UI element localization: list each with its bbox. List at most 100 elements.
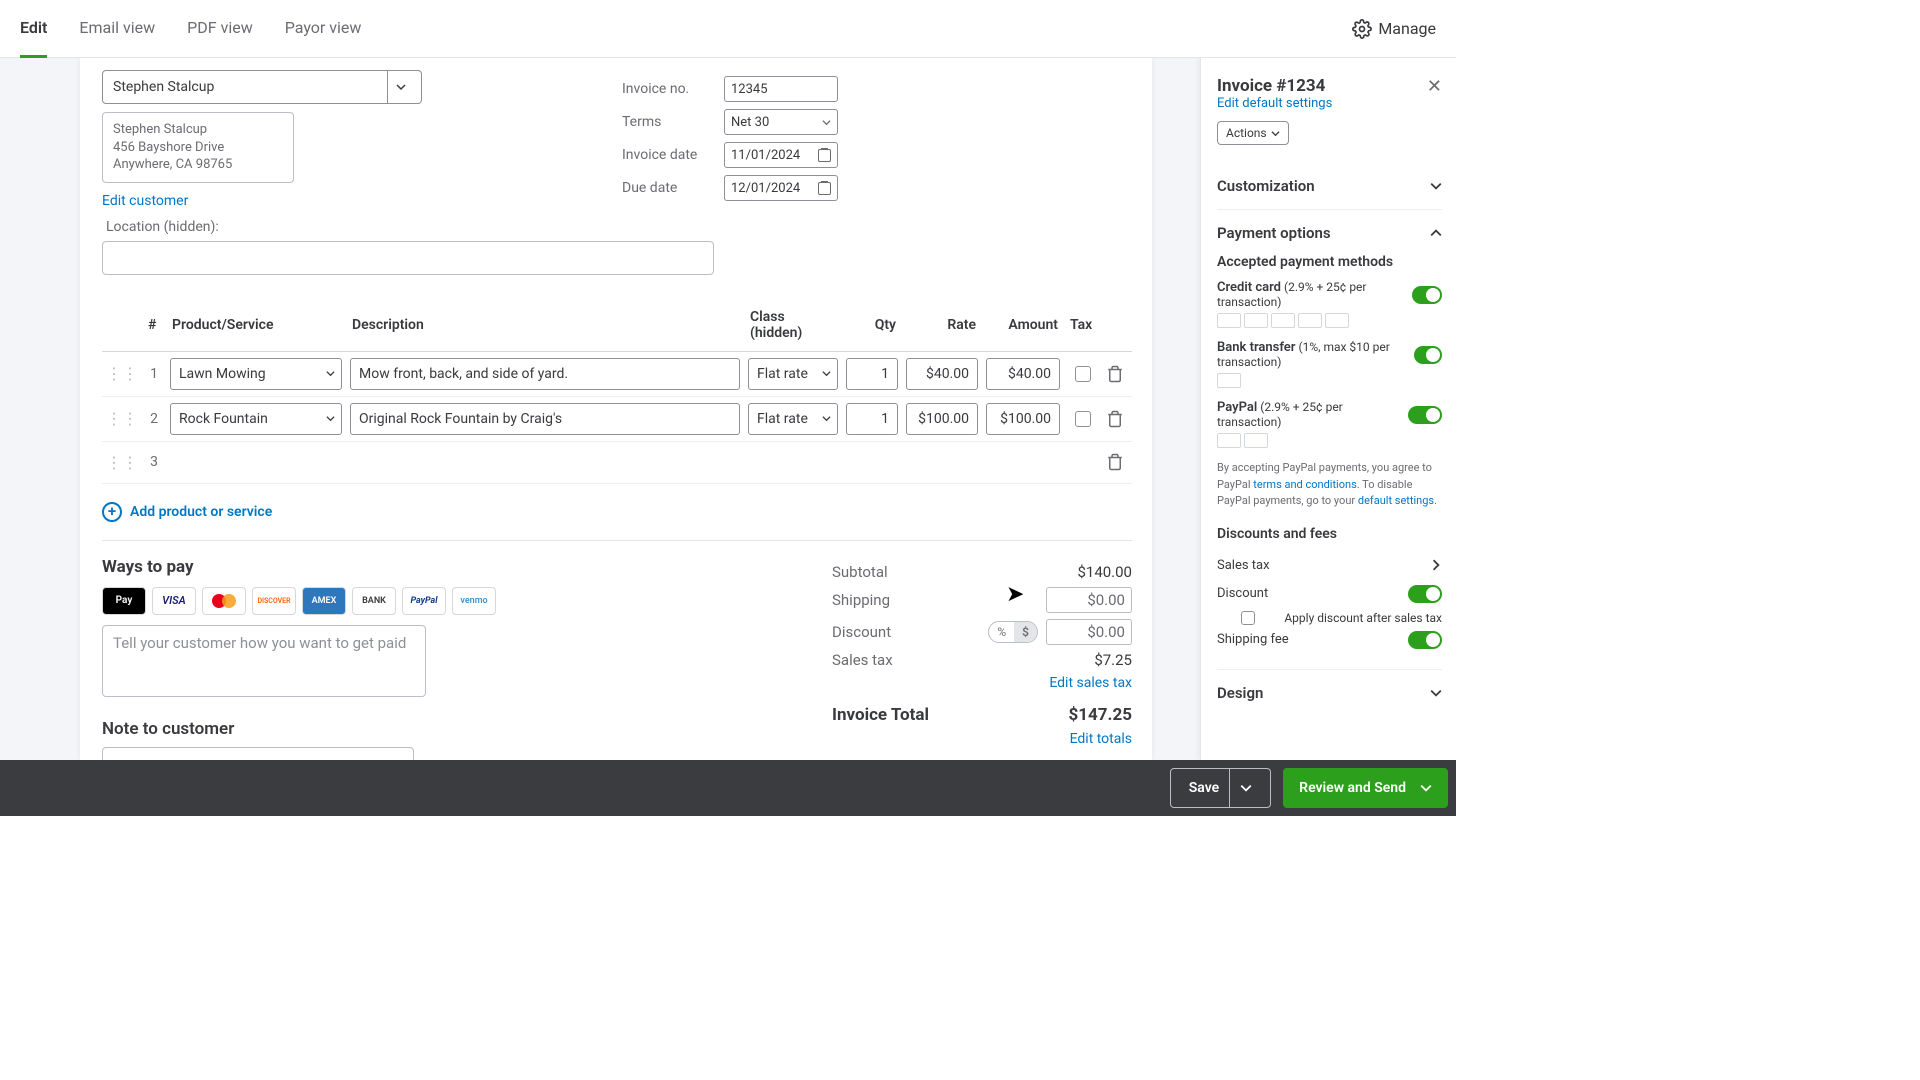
table-row: ⋮⋮ 1 Lawn Mowing Mow front, back, and si… [102, 351, 1132, 396]
delete-row-button[interactable] [1106, 365, 1124, 383]
bank-transfer-label: Bank transfer (1%, max $10 per transacti… [1217, 340, 1414, 369]
tabs-bar: Edit Email view PDF view Payor view Mana… [0, 0, 1456, 58]
edit-sales-tax-link[interactable]: Edit sales tax [832, 675, 1132, 691]
discounts-fees-heading: Discounts and fees [1217, 526, 1442, 542]
terms-link[interactable]: terms and conditions [1253, 478, 1357, 491]
calendar-icon [818, 182, 831, 195]
location-label: Location (hidden): [106, 219, 1132, 235]
chevron-down-icon [326, 369, 335, 378]
customer-select[interactable]: Stephen Stalcup [102, 70, 422, 104]
note-textarea[interactable] [102, 747, 414, 760]
default-settings-link[interactable]: default settings [1358, 494, 1434, 507]
sales-tax-label: Sales tax [832, 651, 893, 669]
amount-input[interactable]: $40.00 [986, 358, 1060, 390]
class-select[interactable]: Flat rate [748, 358, 838, 390]
accepted-methods-heading: Accepted payment methods [1217, 254, 1442, 270]
chevron-down-icon [1420, 782, 1432, 794]
tab-email-view[interactable]: Email view [79, 0, 155, 58]
discount-label: Discount [832, 623, 891, 641]
chevron-down-icon [1271, 129, 1280, 138]
terms-select[interactable]: Net 30 [724, 109, 838, 135]
drag-handle-icon[interactable]: ⋮⋮ [106, 409, 138, 428]
discount-row-label: Discount [1217, 586, 1268, 601]
apply-after-checkbox[interactable] [1241, 611, 1255, 625]
subtotal-label: Subtotal [832, 563, 888, 581]
chevron-down-icon [387, 71, 413, 103]
tab-payor-view[interactable]: Payor view [285, 0, 362, 58]
chevron-down-icon [326, 414, 335, 423]
payment-options-section[interactable]: Payment options [1217, 224, 1442, 242]
chevron-right-icon [1430, 559, 1442, 571]
chevron-down-icon [822, 369, 831, 378]
amount-input[interactable]: $100.00 [986, 403, 1060, 435]
close-icon[interactable]: ✕ [1427, 76, 1442, 97]
sidebar: Invoice #1234 Edit default settings ✕ Ac… [1200, 58, 1456, 760]
qty-input[interactable]: 1 [846, 403, 898, 435]
chevron-down-icon [1430, 687, 1442, 699]
table-row: ⋮⋮ 3 [102, 441, 1132, 483]
shipping-input[interactable]: $0.00 [1046, 587, 1132, 613]
bank-transfer-toggle[interactable] [1414, 346, 1442, 364]
payment-note-textarea[interactable]: Tell your customer how you want to get p… [102, 625, 426, 697]
chevron-up-icon [1430, 227, 1442, 239]
paypal-toggle[interactable] [1408, 406, 1442, 424]
sales-tax-value: $7.25 [1094, 651, 1132, 669]
subtotal-value: $140.00 [1077, 563, 1132, 581]
delete-row-button[interactable] [1106, 453, 1124, 471]
invoice-total-label: Invoice Total [832, 705, 929, 725]
save-button[interactable]: Save [1170, 768, 1271, 808]
chevron-down-icon [822, 414, 831, 423]
discover-icon: DISCOVER [252, 587, 296, 615]
discount-toggle[interactable] [1408, 585, 1442, 603]
edit-default-settings-link[interactable]: Edit default settings [1217, 96, 1332, 111]
drag-handle-icon[interactable]: ⋮⋮ [106, 453, 138, 472]
review-and-send-button[interactable]: Review and Send [1283, 768, 1448, 808]
location-input[interactable] [102, 241, 714, 275]
tab-edit[interactable]: Edit [20, 0, 47, 58]
description-input[interactable]: Original Rock Fountain by Craig's [350, 403, 740, 435]
plus-circle-icon: + [102, 502, 122, 522]
paypal-icon: PayPal [402, 587, 446, 615]
tax-checkbox[interactable] [1075, 411, 1091, 427]
shipping-fee-toggle[interactable] [1408, 631, 1442, 649]
sales-tax-row[interactable]: Sales tax [1217, 552, 1442, 579]
qty-input[interactable]: 1 [846, 358, 898, 390]
delete-row-button[interactable] [1106, 410, 1124, 428]
rate-input[interactable]: $100.00 [906, 403, 978, 435]
mastercard-icon [202, 587, 246, 615]
product-select[interactable]: Lawn Mowing [170, 358, 342, 390]
invoice-date-input[interactable]: 11/01/2024 [724, 142, 838, 168]
invoice-no-input[interactable]: 12345 [724, 76, 838, 102]
paypal-label: PayPal (2.9% + 25¢ per transaction) [1217, 400, 1408, 429]
drag-handle-icon[interactable]: ⋮⋮ [106, 364, 138, 383]
edit-totals-link[interactable]: Edit totals [832, 731, 1132, 747]
tab-pdf-view[interactable]: PDF view [187, 0, 253, 58]
invoice-no-label: Invoice no. [622, 81, 712, 97]
discount-type-toggle[interactable]: %$ [988, 621, 1038, 643]
rate-input[interactable]: $40.00 [906, 358, 978, 390]
edit-customer-link[interactable]: Edit customer [102, 193, 422, 209]
due-date-input[interactable]: 12/01/2024 [724, 175, 838, 201]
class-select[interactable]: Flat rate [748, 403, 838, 435]
ways-to-pay-heading: Ways to pay [102, 557, 496, 577]
add-product-button[interactable]: + Add product or service [102, 502, 1132, 522]
customization-section[interactable]: Customization [1217, 177, 1442, 195]
chevron-down-icon [1240, 782, 1252, 794]
product-select[interactable]: Rock Fountain [170, 403, 342, 435]
actions-dropdown[interactable]: Actions [1217, 121, 1289, 145]
invoice-sheet: Stephen Stalcup Stephen Stalcup 456 Bays… [80, 58, 1152, 760]
payment-icons: Pay VISA DISCOVER AMEX BANK PayPal venmo [102, 587, 496, 615]
shipping-fee-label: Shipping fee [1217, 632, 1289, 647]
calendar-icon [818, 149, 831, 162]
manage-button[interactable]: Manage [1352, 19, 1436, 39]
design-section[interactable]: Design [1217, 684, 1442, 702]
venmo-icon: venmo [452, 587, 496, 615]
credit-card-toggle[interactable] [1412, 286, 1443, 304]
invoice-total-value: $147.25 [1069, 705, 1132, 725]
chevron-down-icon [1430, 180, 1442, 192]
sidebar-title: Invoice #1234 [1217, 76, 1332, 96]
description-input[interactable]: Mow front, back, and side of yard. [350, 358, 740, 390]
tax-checkbox[interactable] [1075, 366, 1091, 382]
discount-input[interactable]: $0.00 [1046, 619, 1132, 645]
chevron-down-icon [822, 118, 831, 127]
